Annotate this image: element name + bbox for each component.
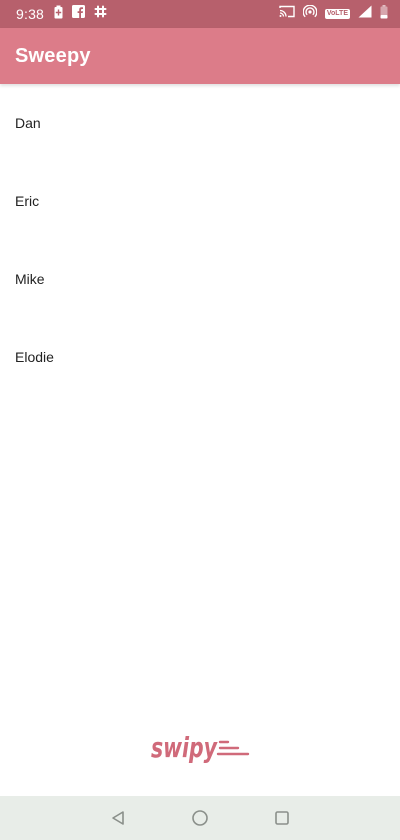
nav-bar bbox=[0, 796, 400, 840]
signal-icon bbox=[358, 5, 372, 23]
status-right-icons: VoLTE bbox=[279, 4, 388, 24]
back-button[interactable] bbox=[106, 806, 130, 830]
volte-icon: VoLTE bbox=[324, 9, 350, 19]
battery-saver-icon bbox=[54, 5, 63, 24]
cast-icon bbox=[279, 5, 295, 23]
swipy-logo-text: swipy bbox=[151, 731, 218, 764]
status-time: 9:38 bbox=[16, 6, 45, 22]
list-item-label: Dan bbox=[15, 115, 41, 131]
recents-icon bbox=[275, 811, 289, 825]
list-item[interactable]: Dan bbox=[0, 84, 400, 162]
list-item[interactable]: Elodie bbox=[0, 318, 400, 396]
list-item-label: Mike bbox=[15, 271, 45, 287]
status-bar: 9:38 VoLTE bbox=[0, 0, 400, 28]
name-list: Dan Eric Mike Elodie bbox=[0, 84, 400, 396]
screen: 9:38 VoLTE Sweepy Dan Eric Mike Elodie s… bbox=[0, 0, 400, 840]
list-item-label: Eric bbox=[15, 193, 40, 209]
battery-icon bbox=[380, 4, 388, 24]
facebook-icon bbox=[72, 5, 86, 23]
app-bar: Sweepy bbox=[0, 28, 400, 84]
slack-icon bbox=[94, 5, 107, 23]
list-item-label: Elodie bbox=[15, 349, 54, 365]
app-title: Sweepy bbox=[15, 44, 91, 67]
hotspot-icon bbox=[302, 4, 318, 24]
back-icon bbox=[112, 811, 124, 825]
list-item[interactable]: Mike bbox=[0, 240, 400, 318]
list-item[interactable]: Eric bbox=[0, 162, 400, 240]
home-icon bbox=[192, 810, 208, 826]
swipy-logo: swipy bbox=[150, 728, 250, 768]
status-left-icons bbox=[54, 5, 107, 24]
recents-button[interactable] bbox=[270, 806, 294, 830]
home-button[interactable] bbox=[188, 806, 212, 830]
